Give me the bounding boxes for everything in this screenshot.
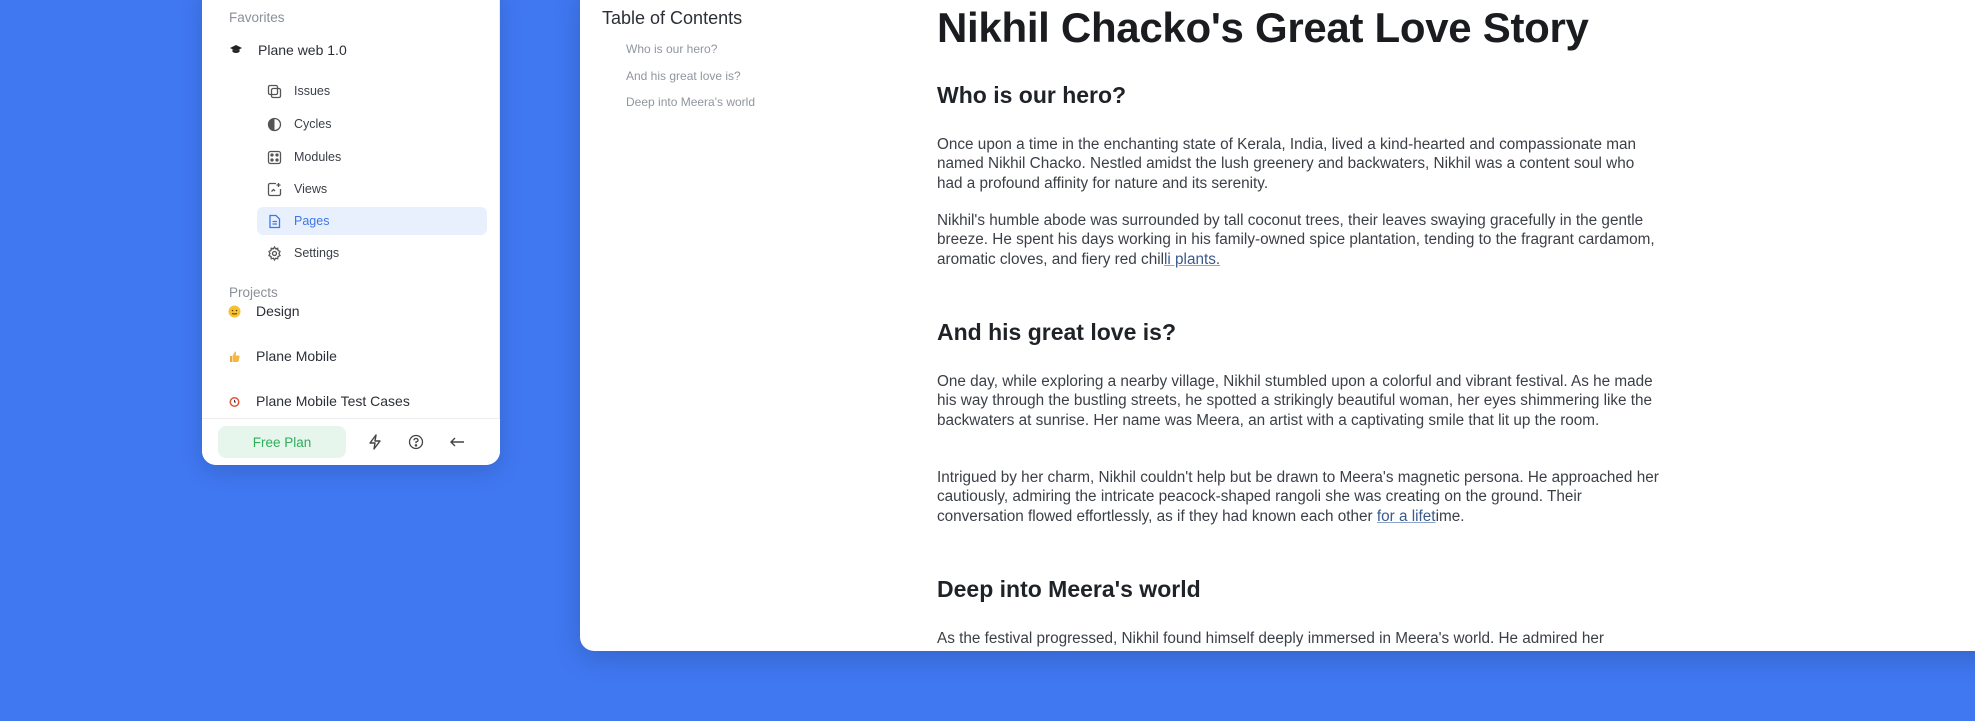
sidebar-item-label: Views [294, 182, 328, 196]
emoji-face-icon [226, 303, 242, 319]
favorite-project-label: Plane web 1.0 [258, 42, 347, 58]
project-label: Plane Mobile [256, 348, 337, 364]
paragraph[interactable]: Intrigued by her charm, Nikhil couldn't … [937, 468, 1662, 526]
sidebar-project-plane-mobile-test-cases[interactable]: Plane Mobile Test Cases [226, 389, 410, 413]
sidebar-divider [499, 0, 500, 418]
sidebar-item-settings[interactable]: Settings [257, 239, 487, 267]
favorite-project-plane-web[interactable]: Plane web 1.0 [228, 38, 347, 62]
sidebar-footer: Free Plan [202, 418, 500, 465]
toc-item-great-love[interactable]: And his great love is? [626, 69, 741, 83]
project-label: Plane Mobile Test Cases [256, 393, 410, 409]
paragraph[interactable]: Nikhil's humble abode was surrounded by … [937, 211, 1662, 269]
toc-title: Table of Contents [602, 8, 743, 28]
sidebar-item-label: Cycles [294, 117, 332, 131]
toc-item-meeras-world[interactable]: Deep into Meera's world [626, 95, 755, 109]
sidebar-item-cycles[interactable]: Cycles [257, 110, 487, 138]
sidebar-item-label: Settings [294, 246, 340, 260]
inline-link[interactable]: for a lifet [1377, 508, 1436, 525]
sidebar-item-label: Modules [294, 150, 342, 164]
paragraph-text: ime. [1435, 507, 1465, 525]
sidebar-project-plane-mobile[interactable]: Plane Mobile [226, 344, 337, 368]
modules-icon [266, 149, 282, 165]
section-heading[interactable]: And his great love is? [937, 319, 1176, 346]
pages-icon [266, 213, 282, 229]
paragraph-text: Intrigued by her charm, Nikhil couldn't … [937, 469, 1659, 525]
section-heading[interactable]: Deep into Meera's world [937, 576, 1201, 603]
project-label: Design [256, 303, 300, 319]
emoji-thumbs-up-icon [226, 348, 242, 364]
paragraph[interactable]: As the festival progressed, Nikhil found… [937, 629, 1662, 648]
sidebar-item-modules[interactable]: Modules [257, 143, 487, 171]
paragraph-text: Nikhil's humble abode was surrounded by … [937, 212, 1655, 268]
graduation-cap-icon [228, 42, 244, 58]
help-icon[interactable] [407, 433, 425, 451]
paragraph[interactable]: One day, while exploring a nearby villag… [937, 372, 1662, 430]
issues-icon [266, 83, 282, 99]
free-plan-button[interactable]: Free Plan [218, 426, 346, 458]
sidebar-project-design[interactable]: Design [226, 299, 300, 323]
collapse-arrow-icon[interactable] [448, 433, 466, 451]
sidebar-item-issues[interactable]: Issues [257, 77, 487, 105]
projects-heading: Projects [229, 285, 278, 300]
favorites-heading: Favorites [229, 10, 285, 25]
lightning-icon[interactable] [366, 433, 384, 451]
sidebar-item-label: Pages [294, 214, 330, 228]
section-heading[interactable]: Who is our hero? [937, 82, 1126, 109]
inline-link[interactable]: li plants. [1164, 251, 1220, 268]
emoji-alarm-clock-icon [226, 393, 242, 409]
views-icon [266, 181, 282, 197]
cycles-icon [266, 116, 282, 132]
page-title[interactable]: Nikhil Chacko's Great Love Story [937, 4, 1589, 52]
paragraph[interactable]: Once upon a time in the enchanting state… [937, 135, 1662, 193]
sidebar-scroll-area[interactable]: Favorites Plane web 1.0 Issues Cycles Mo… [202, 0, 500, 418]
settings-icon [266, 245, 282, 261]
sidebar-item-label: Issues [294, 84, 331, 98]
page-editor: Table of Contents Who is our hero? And h… [580, 0, 1975, 651]
sidebar-item-pages[interactable]: Pages [257, 207, 487, 235]
sidebar: Favorites Plane web 1.0 Issues Cycles Mo… [202, 0, 500, 465]
toc-item-hero[interactable]: Who is our hero? [626, 42, 717, 56]
sidebar-item-views[interactable]: Views [257, 175, 487, 203]
